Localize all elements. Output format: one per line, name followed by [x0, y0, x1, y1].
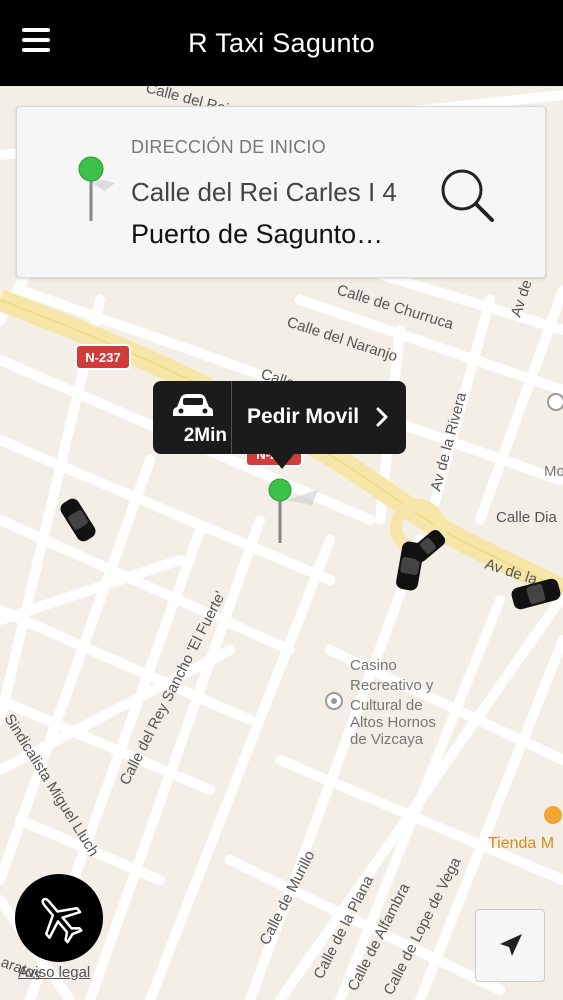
locate-me-button[interactable]: [475, 909, 545, 982]
eta-label: 2Min: [183, 425, 227, 446]
search-icon[interactable]: [437, 165, 499, 225]
poi-marker-icon: [547, 393, 563, 411]
poi-label: Recreativo y: [350, 677, 434, 694]
chevron-right-icon: [376, 407, 388, 427]
poi-label: Cultural de: [350, 697, 423, 714]
airport-button[interactable]: [15, 874, 103, 962]
hamburger-menu-icon[interactable]: [22, 28, 50, 52]
shop-poi-icon: [544, 806, 562, 824]
street-label: Calle Dia: [496, 509, 558, 526]
request-taxi-button[interactable]: Pedir Movil: [247, 405, 359, 429]
pickup-pin-icon: [78, 156, 115, 221]
poi-label: Tienda M: [488, 835, 554, 852]
taxi-car-icon: [173, 394, 213, 416]
location-arrow-icon: [500, 934, 522, 956]
poi-label: Mo: [544, 463, 563, 480]
poi-label: Altos Hornos: [350, 714, 436, 731]
airplane-icon: [41, 897, 83, 944]
app-title: R Taxi Sagunto: [188, 27, 375, 58]
pickup-caption: DIRECCIÓN DE INICIO: [131, 137, 326, 157]
pickup-street: Calle del Rei Carles I 4: [131, 177, 397, 207]
road-badge-n237-left: N-237: [75, 344, 131, 370]
app-header: R Taxi Sagunto: [0, 0, 563, 86]
eta-section: 2Min: [153, 381, 232, 454]
request-taxi-callout[interactable]: 2Min Pedir Movil: [153, 381, 406, 469]
callout-pointer: [269, 453, 295, 469]
poi-label: de Vizcaya: [350, 731, 424, 748]
pickup-address-card[interactable]: DIRECCIÓN DE INICIO Calle del Rei Carles…: [16, 106, 546, 278]
pickup-city: Puerto de Sagunto…: [131, 219, 384, 249]
legal-notice-link[interactable]: Aviso legal: [18, 964, 90, 981]
svg-text:N-237: N-237: [85, 350, 120, 365]
casino-poi-icon: [325, 692, 343, 710]
poi-label: Casino: [350, 657, 397, 674]
